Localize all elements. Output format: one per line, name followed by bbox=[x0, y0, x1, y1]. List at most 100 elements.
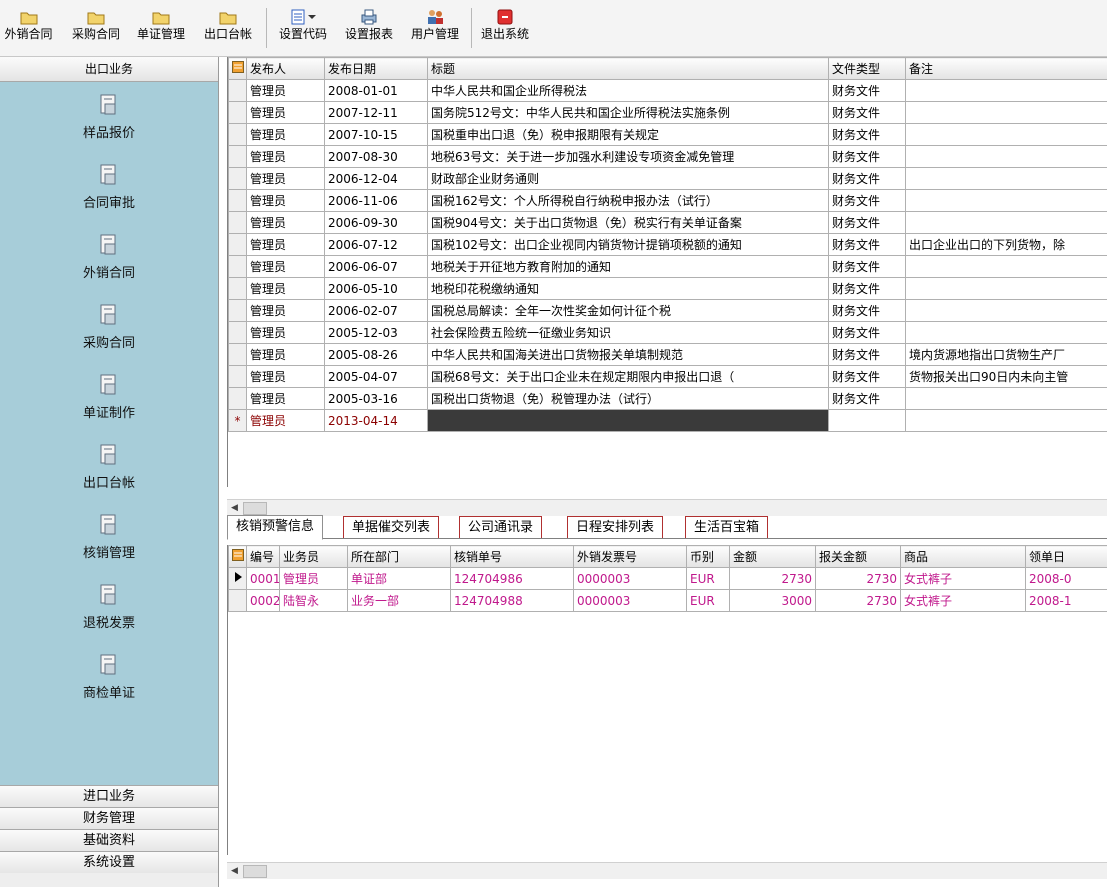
column-header-publisher[interactable]: 发布人 bbox=[246, 57, 325, 80]
sidebar-header-export[interactable]: 出口业务 bbox=[0, 57, 218, 82]
cell-publisher[interactable]: 管理员 bbox=[246, 145, 325, 168]
cell-date[interactable]: 2006-11-06 bbox=[324, 189, 428, 212]
document-management-button[interactable]: 单证管理 bbox=[131, 6, 191, 52]
column-header-receive-date[interactable]: 领单日 bbox=[1025, 545, 1107, 568]
cell-salesperson[interactable]: 管理员 bbox=[279, 567, 348, 590]
sidebar-item-document-making[interactable]: 单证制作 bbox=[0, 366, 218, 436]
column-header-amount[interactable]: 金额 bbox=[729, 545, 816, 568]
cell-remarks[interactable]: 境内货源地指出口货物生产厂 bbox=[905, 343, 1107, 366]
column-header-verification-no[interactable]: 核销单号 bbox=[450, 545, 574, 568]
cell-remarks[interactable] bbox=[905, 189, 1107, 212]
sidebar-item-tax-refund-invoice[interactable]: 退税发票 bbox=[0, 576, 218, 646]
table-row[interactable]: 管理员 2006-05-10 地税印花税缴纳通知 财务文件 bbox=[228, 277, 1107, 300]
cell-id[interactable]: 0001 bbox=[246, 567, 280, 590]
cell-date[interactable]: 2007-12-11 bbox=[324, 101, 428, 124]
cell-file-type[interactable]: 财务文件 bbox=[828, 299, 906, 322]
export-ledger-button[interactable]: 出口台帐 bbox=[198, 6, 258, 52]
cell-currency[interactable]: EUR bbox=[686, 567, 730, 590]
sidebar-item-inspection-docs[interactable]: 商检单证 bbox=[0, 646, 218, 716]
cell-title[interactable]: 社会保险费五险统一征缴业务知识 bbox=[427, 321, 829, 344]
cell-goods[interactable]: 女式裤子 bbox=[900, 589, 1026, 612]
cell-file-type[interactable]: 财务文件 bbox=[828, 365, 906, 388]
cell-customs-amount[interactable]: 2730 bbox=[815, 567, 901, 590]
current-row-pointer-icon[interactable] bbox=[228, 567, 247, 590]
cell-publisher[interactable]: 管理员 bbox=[246, 167, 325, 190]
cell-date[interactable]: 2006-05-10 bbox=[324, 277, 428, 300]
row-indicator[interactable] bbox=[228, 167, 247, 190]
row-indicator[interactable] bbox=[228, 255, 247, 278]
cell-file-type[interactable]: 财务文件 bbox=[828, 101, 906, 124]
column-header-file-type[interactable]: 文件类型 bbox=[828, 57, 906, 80]
cell-invoice-no[interactable]: 0000003 bbox=[573, 589, 687, 612]
cell-file-type[interactable]: 财务文件 bbox=[828, 255, 906, 278]
new-record-row[interactable]: * 管理员 2013-04-14 bbox=[228, 409, 1107, 432]
cell-publisher[interactable]: 管理员 bbox=[246, 79, 325, 102]
cell-publisher[interactable]: 管理员 bbox=[246, 277, 325, 300]
row-indicator[interactable] bbox=[228, 277, 247, 300]
table-row[interactable]: 管理员 2005-12-03 社会保险费五险统一征缴业务知识 财务文件 bbox=[228, 321, 1107, 344]
table-row[interactable]: 管理员 2006-12-04 财政部企业财务通则 财务文件 bbox=[228, 167, 1107, 190]
column-header-currency[interactable]: 币别 bbox=[686, 545, 730, 568]
cell-date[interactable]: 2005-12-03 bbox=[324, 321, 428, 344]
set-code-button[interactable]: 设置代码 bbox=[272, 6, 334, 52]
cell-date[interactable]: 2008-01-01 bbox=[324, 79, 428, 102]
cell-title[interactable]: 财政部企业财务通则 bbox=[427, 167, 829, 190]
cell-file-type[interactable]: 财务文件 bbox=[828, 233, 906, 256]
sidebar-section-basic-data[interactable]: 基础资料 bbox=[0, 829, 218, 851]
cell-date[interactable]: 2006-07-12 bbox=[324, 233, 428, 256]
cell-remarks[interactable] bbox=[905, 321, 1107, 344]
column-header-customs-amount[interactable]: 报关金额 bbox=[815, 545, 901, 568]
table-row[interactable]: 管理员 2005-03-16 国税出口货物退（免）税管理办法（试行） 财务文件 bbox=[228, 387, 1107, 410]
cell-publisher[interactable]: 管理员 bbox=[246, 365, 325, 388]
cell-publisher[interactable]: 管理员 bbox=[246, 189, 325, 212]
cell-title[interactable]: 国税重申出口退（免）税申报期限有关规定 bbox=[427, 123, 829, 146]
new-row-date[interactable]: 2013-04-14 bbox=[324, 409, 428, 432]
table-row[interactable]: 0001 管理员 单证部 124704986 0000003 EUR 2730 2730 女式裤… bbox=[228, 567, 1107, 590]
sidebar-section-system-settings[interactable]: 系统设置 bbox=[0, 851, 218, 873]
contract-sale-button[interactable]: 外销合同 bbox=[0, 6, 57, 52]
sidebar-item-contract-approval[interactable]: 合同审批 bbox=[0, 156, 218, 226]
cell-remarks[interactable] bbox=[905, 167, 1107, 190]
row-indicator[interactable] bbox=[228, 343, 247, 366]
column-header-invoice-no[interactable]: 外销发票号 bbox=[573, 545, 687, 568]
cell-title[interactable]: 国税162号文：个人所得税自行纳税申报办法（试行） bbox=[427, 189, 829, 212]
column-header-department[interactable]: 所在部门 bbox=[347, 545, 451, 568]
new-row-title[interactable] bbox=[427, 409, 829, 432]
cell-amount[interactable]: 2730 bbox=[729, 567, 816, 590]
cell-file-type[interactable]: 财务文件 bbox=[828, 167, 906, 190]
cell-title[interactable]: 国务院512号文：中华人民共和国企业所得税法实施条例 bbox=[427, 101, 829, 124]
cell-id[interactable]: 0002 bbox=[246, 589, 280, 612]
row-indicator[interactable] bbox=[228, 365, 247, 388]
scroll-left-icon[interactable]: ◀ bbox=[231, 866, 238, 876]
cell-date[interactable]: 2006-06-07 bbox=[324, 255, 428, 278]
cell-title[interactable]: 国税出口货物退（免）税管理办法（试行） bbox=[427, 387, 829, 410]
cell-date[interactable]: 2005-04-07 bbox=[324, 365, 428, 388]
table-row[interactable]: 管理员 2006-07-12 国税102号文：出口企业视同内销货物计提销项税额的通知… bbox=[228, 233, 1107, 256]
cell-publisher[interactable]: 管理员 bbox=[246, 211, 325, 234]
row-indicator[interactable] bbox=[228, 387, 247, 410]
table-row[interactable]: 管理员 2008-01-01 中华人民共和国企业所得税法 财务文件 bbox=[228, 79, 1107, 102]
tab-company-contacts[interactable]: 公司通讯录 bbox=[459, 516, 543, 538]
user-management-button[interactable]: 用户管理 bbox=[404, 6, 466, 52]
sidebar-item-verification[interactable]: 核销管理 bbox=[0, 506, 218, 576]
cell-remarks[interactable] bbox=[905, 255, 1107, 278]
cell-title[interactable]: 地税关于开征地方教育附加的通知 bbox=[427, 255, 829, 278]
exit-system-button[interactable]: 退出系统 bbox=[474, 6, 536, 52]
cell-remarks[interactable]: 出口企业出口的下列货物，除 bbox=[905, 233, 1107, 256]
row-indicator[interactable] bbox=[228, 189, 247, 212]
row-indicator[interactable] bbox=[228, 299, 247, 322]
row-indicator[interactable] bbox=[228, 123, 247, 146]
cell-file-type[interactable]: 财务文件 bbox=[828, 189, 906, 212]
cell-remarks[interactable] bbox=[905, 299, 1107, 322]
cell-publisher[interactable]: 管理员 bbox=[246, 233, 325, 256]
cell-receive-date[interactable]: 2008-1 bbox=[1025, 589, 1107, 612]
row-indicator[interactable] bbox=[228, 101, 247, 124]
cell-file-type[interactable]: 财务文件 bbox=[828, 387, 906, 410]
cell-verification-no[interactable]: 124704986 bbox=[450, 567, 574, 590]
cell-date[interactable]: 2005-08-26 bbox=[324, 343, 428, 366]
cell-publisher[interactable]: 管理员 bbox=[246, 255, 325, 278]
cell-file-type[interactable]: 财务文件 bbox=[828, 79, 906, 102]
new-row-remarks[interactable] bbox=[905, 409, 1107, 432]
cell-receive-date[interactable]: 2008-0 bbox=[1025, 567, 1107, 590]
cell-currency[interactable]: EUR bbox=[686, 589, 730, 612]
